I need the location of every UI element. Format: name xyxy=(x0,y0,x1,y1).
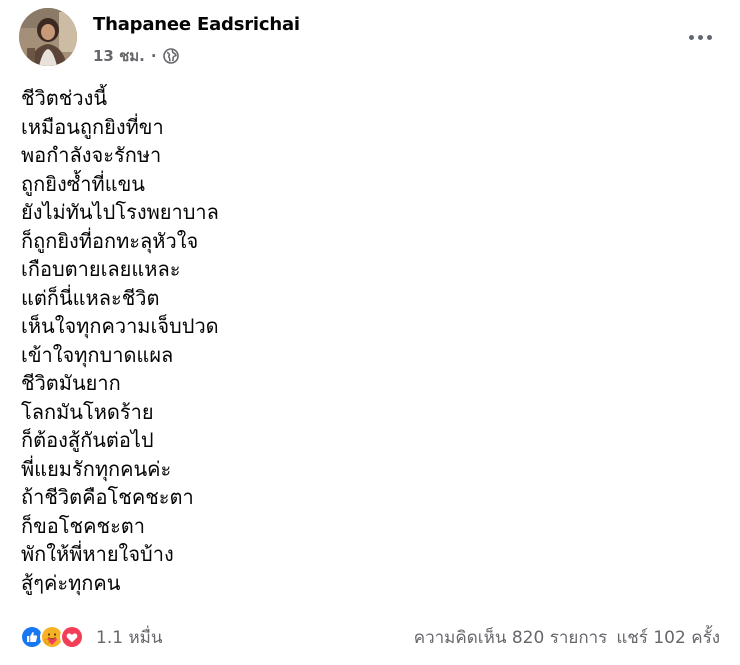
post-footer: 1.1 หมื่น ความคิดเห็น 820 รายการ แชร์ 10… xyxy=(20,621,720,653)
post-line: ถ้าชีวิตคือโชคชะตา xyxy=(21,485,194,509)
post-line: เข้าใจทุกบาดแผล xyxy=(21,342,174,367)
reaction-count[interactable]: 1.1 หมื่น xyxy=(96,624,162,651)
meta-separator: · xyxy=(150,47,157,65)
post-line: ชีวิตมันยาก xyxy=(21,371,121,395)
more-options-button[interactable] xyxy=(682,24,718,50)
post-stats: ความคิดเห็น 820 รายการ แชร์ 102 ครั้ง xyxy=(414,624,720,651)
share-count[interactable]: แชร์ 102 ครั้ง xyxy=(616,624,720,651)
post-line: สู้ๆค่ะทุกคน xyxy=(21,570,121,595)
post-line: ก็ขอโชคชะตา xyxy=(21,513,146,538)
post-line: พอกำลังจะรักษา xyxy=(21,143,162,167)
author-name[interactable]: Thapanee Eadsrichai xyxy=(93,14,300,35)
post-line: เห็นใจทุกความเจ็บปวด xyxy=(21,314,219,338)
more-dot-icon xyxy=(688,34,694,40)
reaction-icons[interactable] xyxy=(20,625,84,649)
post-line: ชีวิตช่วงนี้ xyxy=(21,86,108,110)
post-card: Thapanee Eadsrichai 13 ชม. · ชีวิตช่วงนี… xyxy=(0,0,740,665)
more-dot-icon xyxy=(697,34,703,40)
post-line: เหมือนถูกยิงที่ขา xyxy=(21,114,164,139)
post-line: ถูกยิงซ้ำที่แขน xyxy=(21,171,145,196)
more-dot-icon xyxy=(706,34,712,40)
post-line: พี่แยมรักทุกคนค่ะ xyxy=(21,456,172,481)
avatar-photo xyxy=(19,8,77,66)
post-timestamp[interactable]: 13 ชม. xyxy=(93,44,145,68)
post-meta: 13 ชม. · xyxy=(93,44,179,68)
comment-count[interactable]: ความคิดเห็น 820 รายการ xyxy=(414,624,608,651)
post-body: ชีวิตช่วงนี้ เหมือนถูกยิงที่ขา พอกำลังจะ… xyxy=(21,84,621,597)
post-line: โลกมันโหดร้าย xyxy=(21,399,154,424)
love-icon xyxy=(60,625,84,649)
post-line: แต่ก็นี่แหละชีวิต xyxy=(21,285,160,310)
globe-icon[interactable] xyxy=(162,48,179,64)
post-line: เกือบตายเลยแหละ xyxy=(21,257,181,281)
post-line: ก็ต้องสู้กันต่อไป xyxy=(21,428,154,452)
author-avatar[interactable] xyxy=(19,8,77,66)
post-line: ก็ถูกยิงที่อกทะลุหัวใจ xyxy=(21,228,199,253)
post-line: พักให้พี่หายใจบ้าง xyxy=(21,542,174,566)
post-line: ยังไม่ทันไปโรงพยาบาล xyxy=(21,200,219,224)
